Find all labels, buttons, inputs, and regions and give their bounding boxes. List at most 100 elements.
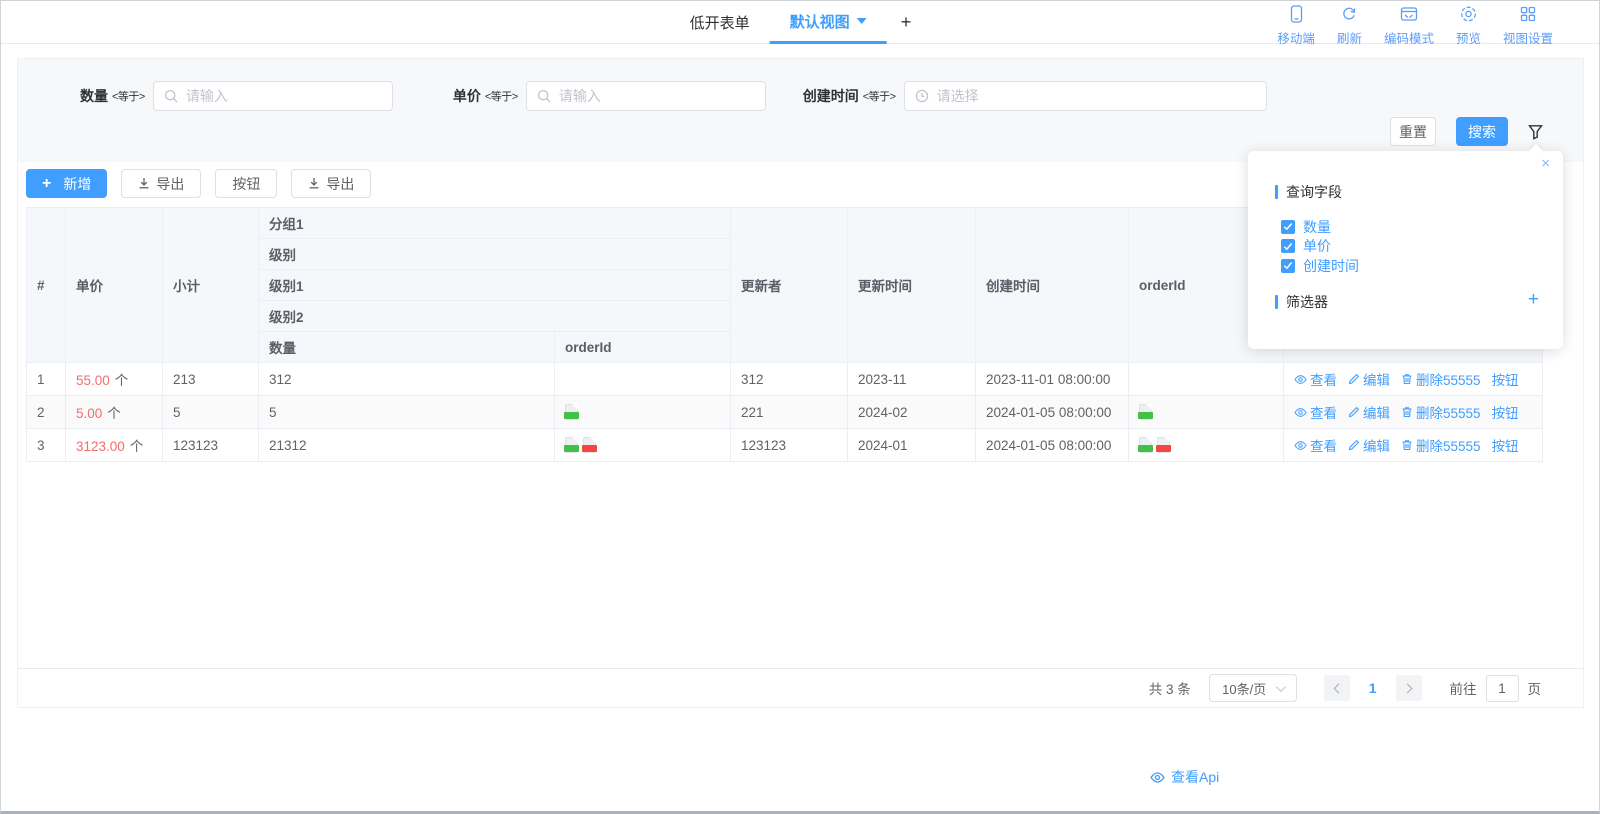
page-number-current[interactable]: 1: [1369, 680, 1377, 696]
eye-icon: [1150, 771, 1165, 784]
preview-button[interactable]: 预览: [1456, 5, 1481, 47]
trash-icon: [1401, 373, 1413, 385]
code-mode-button[interactable]: 编码模式: [1384, 5, 1434, 47]
delete-link[interactable]: 删除55555: [1401, 402, 1481, 422]
view-link[interactable]: 查看: [1294, 435, 1337, 455]
app-window: 低开表单 默认视图 + 移动端 刷新: [0, 0, 1600, 814]
file-icon-pdf[interactable]: [1157, 437, 1170, 453]
search-button[interactable]: 搜索: [1456, 117, 1508, 146]
export-button-2[interactable]: 导出: [291, 169, 371, 198]
mobile-icon: [1289, 5, 1304, 26]
search-field-operator: <等于>: [112, 88, 145, 104]
table-empty-area: [18, 462, 1583, 668]
col-header-unit-price: 单价: [66, 208, 163, 363]
refresh-button[interactable]: 刷新: [1337, 5, 1362, 47]
query-fields-section: 查询字段: [1248, 182, 1563, 202]
form-title: 低开表单: [670, 1, 770, 44]
checkbox-row-create-time[interactable]: 创建时间: [1281, 256, 1563, 276]
search-field-unit-price: 单价 <等于>: [453, 81, 766, 111]
table-row: 1 55.00个 213 312 312 2023-11 2023-11-01 …: [27, 363, 1543, 396]
unit-price-input[interactable]: [559, 88, 755, 104]
unit-label: 个: [115, 373, 129, 388]
add-view-tab[interactable]: +: [887, 1, 926, 44]
delete-link[interactable]: 删除55555: [1401, 369, 1481, 389]
row-button-link[interactable]: 按钮: [1492, 402, 1519, 422]
search-fields-row: 数量 <等于> 单价 <等于> 创建时间: [18, 81, 1583, 111]
filter-settings-panel: 查询字段 数量 单价 创建时间 筛选器: [1248, 151, 1563, 349]
chevron-left-icon: [1333, 683, 1343, 693]
preview-icon: [1460, 5, 1477, 26]
export-button-1[interactable]: 导出: [121, 169, 201, 198]
close-icon[interactable]: [1541, 156, 1550, 171]
cell-subtotal: 5: [163, 396, 259, 429]
price-value: 3123.00: [76, 439, 125, 454]
edit-link[interactable]: 编辑: [1348, 369, 1390, 389]
topbar-tools: 移动端 刷新 编码模式 预览: [1277, 5, 1553, 47]
search-panel: 数量 <等于> 单价 <等于> 创建时间: [18, 59, 1583, 162]
checkbox-checked-icon[interactable]: [1281, 239, 1295, 253]
pencil-icon: [1348, 406, 1360, 418]
cell-update-time: 2024-01: [848, 429, 976, 462]
view-link[interactable]: 查看: [1294, 402, 1337, 422]
edit-link[interactable]: 编辑: [1348, 435, 1390, 455]
create-time-input[interactable]: [937, 88, 1256, 104]
view-link-label: 查看: [1310, 369, 1337, 389]
filter-funnel-button[interactable]: [1528, 124, 1543, 140]
checkbox-checked-icon[interactable]: [1281, 220, 1295, 234]
eye-icon: [1294, 407, 1307, 418]
add-button-label: 新增: [63, 174, 91, 194]
prev-page-button[interactable]: [1324, 675, 1350, 701]
file-icon-xlsx[interactable]: [1139, 404, 1152, 420]
pencil-icon: [1348, 373, 1360, 385]
cell-actions: 查看 编辑 删除55555 按钮: [1284, 396, 1543, 429]
next-page-button[interactable]: [1396, 675, 1422, 701]
edit-link-label: 编辑: [1363, 369, 1390, 389]
mobile-button[interactable]: 移动端: [1277, 5, 1315, 47]
col-header-update-time: 更新时间: [848, 208, 976, 363]
add-view-tab-label: +: [901, 12, 912, 33]
view-link-label: 查看: [1310, 402, 1337, 422]
view-settings-label: 视图设置: [1503, 28, 1553, 47]
export-button-label: 导出: [156, 174, 184, 194]
goto-page-input[interactable]: [1486, 675, 1519, 702]
checkbox-row-quantity[interactable]: 数量: [1281, 217, 1563, 237]
edit-link[interactable]: 编辑: [1348, 402, 1390, 422]
checkbox-checked-icon[interactable]: [1281, 259, 1295, 273]
page-size-select[interactable]: 10条/页: [1209, 674, 1297, 702]
add-filter-icon[interactable]: [1528, 290, 1539, 309]
cell-order-id: [1129, 429, 1284, 462]
topbar: 低开表单 默认视图 + 移动端 刷新: [1, 1, 1599, 44]
delete-link[interactable]: 删除55555: [1401, 435, 1481, 455]
clock-icon: [915, 89, 929, 103]
file-icon-xlsx[interactable]: [565, 404, 578, 420]
add-button[interactable]: 新增: [26, 169, 107, 198]
custom-button[interactable]: 按钮: [215, 169, 277, 198]
checkbox-label: 单价: [1303, 236, 1331, 256]
search-field-operator: <等于>: [485, 88, 518, 104]
search-icon: [164, 89, 178, 103]
download-icon: [308, 176, 320, 192]
file-icon-xlsx[interactable]: [565, 437, 578, 453]
col-header-create-time: 创建时间: [976, 208, 1129, 363]
col-header-level2: 级别2: [259, 301, 731, 332]
row-button-link[interactable]: 按钮: [1492, 435, 1519, 455]
file-icon-xlsx[interactable]: [1139, 437, 1152, 453]
price-value: 55.00: [76, 373, 110, 388]
row-button-link[interactable]: 按钮: [1492, 369, 1519, 389]
cell-index: 1: [27, 363, 66, 396]
checkbox-row-unit-price[interactable]: 单价: [1281, 237, 1563, 257]
col-header-updater: 更新者: [731, 208, 848, 363]
attachment-list: [1139, 437, 1175, 452]
refresh-icon: [1341, 5, 1357, 26]
section-accent-bar: [1275, 185, 1278, 199]
goto-label: 前往: [1450, 678, 1477, 698]
reset-button[interactable]: 重置: [1390, 117, 1436, 146]
quantity-input[interactable]: [186, 88, 382, 104]
page-unit-label: 页: [1528, 678, 1542, 698]
search-field-label: 创建时间: [803, 86, 859, 106]
view-settings-button[interactable]: 视图设置: [1503, 5, 1553, 47]
view-link[interactable]: 查看: [1294, 369, 1337, 389]
view-api-link[interactable]: 查看Api: [1150, 767, 1219, 787]
file-icon-pdf[interactable]: [583, 437, 596, 453]
tab-default-view[interactable]: 默认视图: [770, 1, 887, 44]
